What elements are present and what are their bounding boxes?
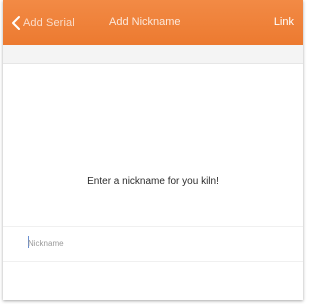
navigation-bar: Add Serial Add Nickname Link <box>3 0 303 45</box>
back-button[interactable]: Add Serial <box>10 14 75 32</box>
page-title: Add Nickname <box>109 16 181 28</box>
back-button-label: Add Serial <box>23 17 75 29</box>
app-screen: Add Serial Add Nickname Link Enter a nic… <box>3 0 303 300</box>
nickname-field-row <box>3 226 303 262</box>
header-divider-bar <box>3 45 303 64</box>
chevron-left-icon <box>10 15 22 31</box>
link-button[interactable]: Link <box>274 16 294 28</box>
nickname-input[interactable] <box>28 235 278 251</box>
nickname-prompt: Enter a nickname for you kiln! <box>87 176 219 187</box>
